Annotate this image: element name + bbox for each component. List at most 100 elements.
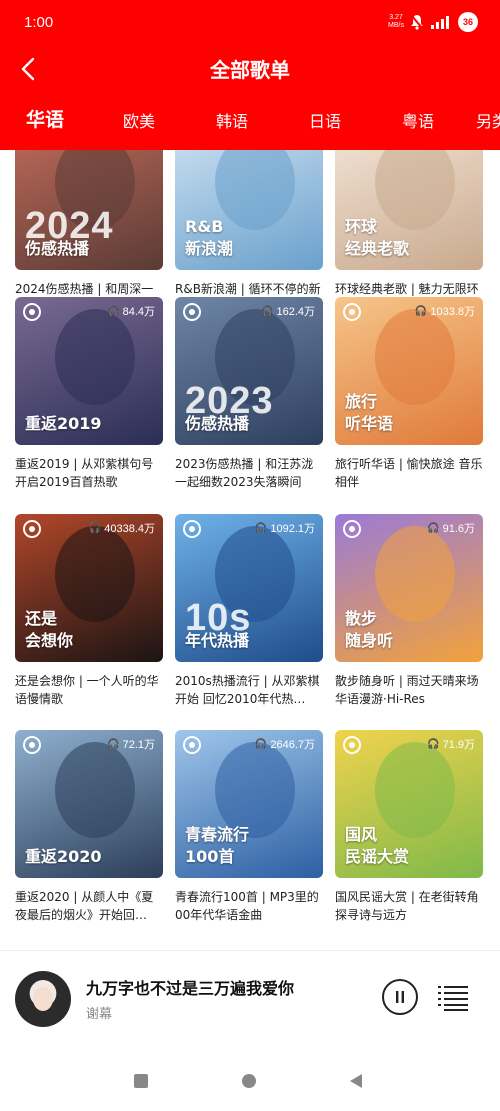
play-count: 🎧 91.6万 — [427, 522, 475, 536]
cover-title: 伤感热播 — [25, 239, 90, 258]
play-count: 🎧 1092.1万 — [254, 522, 315, 536]
cover-title: R&B 新浪潮 — [185, 217, 234, 258]
playlist-description: 重返2019 | 从邓紫棋句号开启2019百首热歌 — [15, 457, 154, 489]
tab-cantonese[interactable]: 粤语 — [402, 108, 434, 132]
headphones-icon: 🎧 — [261, 305, 274, 317]
headphones-icon: 🎧 — [427, 522, 440, 534]
netease-logo-icon — [23, 736, 41, 754]
mini-player[interactable]: 九万字也不过是三万遍我爱你 谢幕 — [0, 950, 500, 1048]
playlist-card[interactable]: 🎧 72.1万重返2020 重返2020 | 从颜人中《夏夜最后的烟火》开始回… — [15, 730, 163, 924]
netease-logo-icon — [23, 520, 41, 538]
home-button[interactable] — [242, 1074, 256, 1088]
headphones-icon: 🎧 — [427, 738, 440, 750]
status-icons: 3.27 MB/s 36 — [388, 12, 478, 32]
netease-logo-icon — [183, 736, 201, 754]
headphones-icon: 🎧 — [254, 738, 268, 750]
artist-name: 谢幕 — [86, 1007, 113, 1022]
headphones-icon: 🎧 — [88, 522, 102, 534]
netease-logo-icon — [343, 736, 361, 754]
status-bar: 1:00 3.27 MB/s 36 — [0, 0, 500, 44]
play-count: 🎧 40338.4万 — [88, 522, 155, 536]
cover-title: 重返2019 — [25, 414, 102, 433]
playlist-card[interactable]: 🎧 40338.4万还是 会想你还是会想你 | 一个人听的华语慢情歌 — [15, 514, 163, 708]
cover-title: 伤感热播 — [185, 414, 250, 433]
play-count: 🎧 84.4万 — [107, 305, 155, 319]
cover-title: 环球 经典老歌 — [345, 217, 410, 258]
netease-logo-icon — [23, 303, 41, 321]
screen: 1:00 3.27 MB/s 36 全部歌单 华语 欧美 韩语 日语 粤语 另 … — [0, 0, 500, 1111]
network-speed: 3.27 MB/s — [388, 14, 404, 29]
playlist-description: 旅行听华语 | 愉快旅途 音乐相伴 — [335, 457, 483, 489]
play-count: 🎧 162.4万 — [261, 305, 315, 319]
cover-title: 旅行 听华语 — [345, 392, 394, 433]
playlist-cover[interactable]: 🎧 1092.1万 10s 年代热播 — [175, 514, 323, 662]
pause-button[interactable] — [382, 979, 418, 1015]
cover-title: 还是 会想你 — [25, 609, 74, 650]
playlist-card[interactable]: 🎧 84.4万重返2019 重返2019 | 从邓紫棋句号开启2019百首热歌 — [15, 297, 163, 491]
pause-icon — [396, 991, 404, 1003]
playlist-cover[interactable]: 🎧 84.4万重返2019 — [15, 297, 163, 445]
tab-korean[interactable]: 韩语 — [216, 108, 248, 132]
netease-logo-icon — [183, 520, 201, 538]
playlist-card[interactable]: 🎧 2646.7万青春流行 100首青春流行100首 | MP3里的00年代华语金曲 — [175, 730, 323, 924]
title-bar: 全部歌单 — [0, 44, 500, 94]
netease-logo-icon — [183, 303, 201, 321]
song-title: 九万字也不过是三万遍我爱你 — [86, 979, 295, 998]
playlist-cover[interactable]: 🎧 1033.8万旅行 听华语 — [335, 297, 483, 445]
playlist-card[interactable]: 🎧 1033.8万旅行 听华语旅行听华语 | 愉快旅途 音乐相伴 — [335, 297, 483, 491]
playlist-description: 2010s热播流行 | 从邓紫棋开始 回忆2010年代热… — [175, 674, 320, 706]
play-count: 🎧 1033.8万 — [414, 305, 475, 319]
playlist-cover[interactable]: 🎧 2646.7万青春流行 100首 — [175, 730, 323, 878]
playlist-grid: 2024伤感热播2024伤感热播 | 和周深一起回望2024的那些遗憾R&B新浪… — [0, 150, 500, 950]
netease-logo-icon — [343, 520, 361, 538]
headphones-icon: 🎧 — [107, 305, 120, 317]
tab-japanese[interactable]: 日语 — [309, 108, 341, 132]
playlist-card[interactable]: 🎧 162.4万 2023 伤感热播 2023伤感热播 | 和汪苏泷一起细数2023失落… — [175, 297, 323, 491]
playlist-card[interactable]: 环球经典老歌环球经典老歌 | 魅力无限环球音乐精选 — [335, 150, 483, 316]
playlist-queue-button[interactable] — [438, 985, 468, 1011]
album-art[interactable] — [15, 971, 71, 1027]
playlist-description: 国风民谣大赏 | 在老街转角探寻诗与远方 — [335, 890, 479, 922]
headphones-icon: 🎧 — [107, 738, 120, 750]
playlist-card[interactable]: 🎧 71.9万国风 民谣大赏国风民谣大赏 | 在老街转角探寻诗与远方 — [335, 730, 483, 924]
play-count: 🎧 2646.7万 — [254, 738, 315, 752]
recent-apps-button[interactable] — [134, 1074, 148, 1088]
tab-chinese[interactable]: 华语 — [26, 105, 64, 132]
app-header: 1:00 3.27 MB/s 36 全部歌单 华语 欧美 韩语 日语 粤语 另 — [0, 0, 500, 150]
cover-title: 国风 民谣大赏 — [345, 825, 410, 866]
battery-icon: 36 — [458, 12, 478, 32]
playlist-card[interactable]: 🎧 1092.1万 10s 年代热播 2010s热播流行 | 从邓紫棋开始 回忆2010… — [175, 514, 323, 708]
play-count: 🎧 72.1万 — [107, 738, 155, 752]
tab-western[interactable]: 欧美 — [123, 108, 155, 132]
playlist-cover[interactable]: 🎧 91.6万散步 随身听 — [335, 514, 483, 662]
playlist-card[interactable]: 🎧 91.6万 散步 随身听 散步随身听 | 雨过天晴来场华语漫游·Hi-Res — [335, 514, 483, 708]
tab-alternative[interactable]: 另类 — [476, 108, 500, 132]
mute-bell-icon — [410, 14, 424, 30]
playlist-cover[interactable]: 🎧 72.1万重返2020 — [15, 730, 163, 878]
playlist-description: 2023伤感热播 | 和汪苏泷一起细数2023失落瞬间 — [175, 457, 314, 489]
clock: 1:00 — [24, 14, 54, 31]
playlist-cover[interactable]: 🎧 162.4万 2023 伤感热播 — [175, 297, 323, 445]
playlist-cover[interactable]: 🎧 71.9万国风 民谣大赏 — [335, 730, 483, 878]
playlist-description: 重返2020 | 从颜人中《夏夜最后的烟火》开始回… — [15, 890, 154, 922]
playlist-description: 还是会想你 | 一个人听的华语慢情歌 — [15, 674, 159, 706]
play-count: 🎧 71.9万 — [427, 738, 475, 752]
playlist-cover[interactable]: R&B 新浪潮 — [175, 150, 323, 270]
cover-title: 重返2020 — [25, 847, 102, 866]
category-tabs: 华语 欧美 韩语 日语 粤语 另类 — [0, 104, 500, 140]
cover-title: 散步 随身听 — [345, 609, 394, 650]
playlist-description: 青春流行100首 | MP3里的00年代华语金曲 — [175, 890, 319, 922]
headphones-icon: 🎧 — [414, 305, 428, 317]
page-title: 全部歌单 — [210, 58, 290, 82]
playlist-cover[interactable]: 环球 经典老歌 — [335, 150, 483, 270]
signal-icon — [431, 16, 449, 29]
playlist-card[interactable]: R&B新浪潮R&B新浪潮 | 循环不停的新潮华语R&B — [175, 150, 323, 316]
system-nav-bar — [0, 1048, 500, 1111]
playlist-cover[interactable]: 🎧 40338.4万还是 会想你 — [15, 514, 163, 662]
system-back-button[interactable] — [350, 1074, 362, 1088]
playlist-cover[interactable]: 2024 伤感热播 — [15, 150, 163, 270]
cover-title: 年代热播 — [185, 631, 250, 650]
playlist-card[interactable]: 2024伤感热播2024伤感热播 | 和周深一起回望2024的那些遗憾 — [15, 150, 163, 316]
headphones-icon: 🎧 — [254, 522, 268, 534]
cover-title: 青春流行 100首 — [185, 825, 250, 866]
